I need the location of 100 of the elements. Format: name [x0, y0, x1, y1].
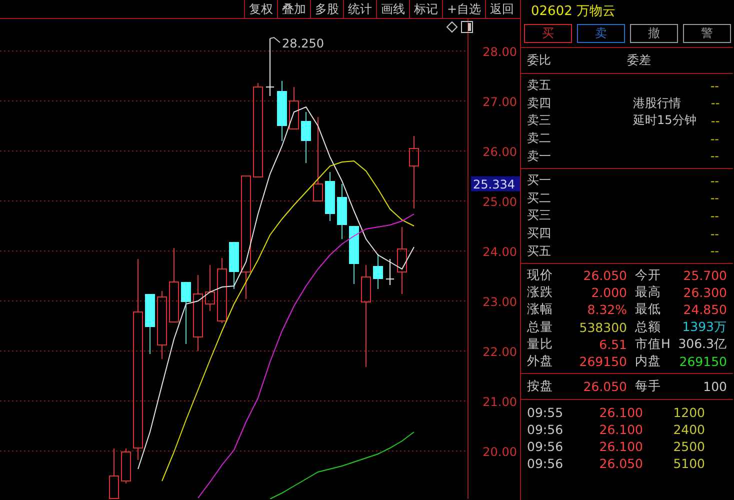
- stat-value: 1393万: [682, 318, 727, 336]
- axis-label: 27.00: [482, 95, 517, 109]
- order-level-label: 买四: [527, 225, 552, 242]
- stat-value: 306.3亿: [678, 336, 727, 353]
- candlestick: [145, 294, 155, 354]
- candlestick: [157, 290, 167, 360]
- column-header: 委比: [527, 52, 552, 69]
- order-level-label: 卖三: [527, 112, 552, 130]
- order-level-label: 卖二: [527, 130, 552, 148]
- order-level-value: --: [710, 132, 719, 146]
- trade-volume: 2500: [672, 438, 706, 454]
- order-level-label: 卖四: [527, 94, 552, 112]
- stat-value: 26.300: [683, 285, 727, 300]
- notice-text: 延时15分钟: [633, 112, 698, 130]
- stat-value: 269150: [679, 354, 727, 369]
- candlestick: [229, 242, 239, 290]
- max-price-label: 28.250: [282, 36, 324, 50]
- trade-price: 26.100: [598, 438, 643, 454]
- candlestick: [301, 112, 311, 164]
- axis-label: 23.00: [482, 295, 517, 309]
- stat-value: 100: [703, 379, 727, 394]
- candlestick: [181, 282, 191, 344]
- trade-price: 26.050: [598, 456, 643, 471]
- order-level-label: 买二: [527, 190, 552, 207]
- candlestick: [325, 172, 335, 222]
- axis-label: 26.00: [482, 145, 517, 159]
- axis-label: 24.00: [482, 245, 517, 259]
- panel-toggle-icon[interactable]: [461, 21, 473, 33]
- current-price-marker: 25.334: [471, 176, 520, 192]
- candlestick: [289, 86, 299, 130]
- order-level-label: 买三: [527, 207, 552, 224]
- trade-time: 09:56: [527, 422, 563, 437]
- stat-label: 总量: [527, 318, 553, 336]
- diamond-icon[interactable]: [446, 21, 458, 33]
- candlestick: [373, 254, 383, 290]
- stat-label: 现价: [527, 267, 553, 284]
- column-header: 委差: [627, 52, 652, 69]
- trade-button[interactable]: 买: [524, 24, 572, 43]
- order-level-label: 卖五: [527, 77, 552, 94]
- stat-value: 24.850: [683, 302, 727, 318]
- candlestick: [121, 448, 131, 484]
- trade-volume: 2400: [672, 422, 706, 437]
- candlestick: [386, 258, 394, 286]
- trade-time: 09:56: [527, 438, 563, 454]
- stock-title: 02602 万物云: [531, 3, 616, 20]
- trade-time: 09:55: [527, 405, 563, 420]
- order-level-value: --: [710, 174, 719, 188]
- candlestick: [109, 448, 119, 499]
- order-level-value: --: [711, 114, 720, 128]
- order-level-value: --: [710, 191, 719, 206]
- order-level-label: 买五: [527, 242, 552, 260]
- candlestick: [266, 38, 274, 96]
- stat-value: 26.050: [583, 379, 627, 394]
- stat-value: 26.050: [583, 268, 627, 284]
- trade-volume: 5100: [672, 456, 706, 471]
- stat-value: 269150: [579, 354, 627, 369]
- stat-value: 25.700: [683, 268, 727, 284]
- stat-label: 按盘: [527, 378, 553, 396]
- stat-label: 量比: [527, 336, 553, 353]
- axis-label: 20.00: [482, 445, 517, 459]
- stat-value: 2.000: [591, 285, 627, 300]
- leader-line: [270, 36, 280, 43]
- stat-label: 市值H: [635, 336, 670, 353]
- trade-button[interactable]: 警: [683, 24, 731, 43]
- trade-button[interactable]: 撤: [630, 24, 678, 43]
- trade-button[interactable]: 卖: [577, 24, 625, 43]
- trade-time: 09:56: [527, 456, 563, 471]
- stat-label: 总额: [635, 318, 661, 336]
- axis-label: 21.00: [482, 395, 517, 409]
- notice-text: 港股行情: [633, 94, 682, 112]
- stat-label: 涨幅: [527, 301, 553, 318]
- order-level-value: --: [711, 96, 720, 110]
- candlestick: [205, 264, 215, 312]
- order-level-value: --: [710, 244, 719, 258]
- stat-label: 今开: [635, 267, 661, 284]
- order-level-label: 买一: [527, 172, 552, 190]
- trade-price: 26.100: [598, 422, 643, 437]
- stat-label: 涨跌: [527, 284, 553, 302]
- stat-value: 6.51: [599, 336, 627, 352]
- stat-value: 538300: [579, 320, 627, 335]
- stat-label: 内盘: [635, 352, 661, 370]
- order-level-value: --: [710, 208, 719, 223]
- order-level-value: --: [710, 149, 719, 164]
- order-level-label: 卖一: [527, 148, 552, 165]
- order-level-value: --: [710, 226, 719, 241]
- candlestick: [349, 226, 359, 284]
- candlestick: [277, 80, 287, 142]
- trade-price: 26.100: [598, 405, 643, 420]
- stat-value: 8.32%: [587, 302, 627, 318]
- order-level-value: --: [710, 78, 719, 93]
- trade-volume: 1200: [672, 405, 706, 420]
- stat-label: 外盘: [527, 352, 553, 370]
- candlestick: [397, 226, 407, 294]
- axis-label: 22.00: [482, 345, 517, 359]
- stat-label: 最低: [635, 301, 661, 318]
- candlestick: [337, 184, 347, 240]
- axis-label: 28.00: [482, 45, 517, 59]
- stat-label: 每手: [635, 378, 661, 396]
- candlestick: [217, 258, 227, 324]
- axis-label: 25.00: [482, 195, 517, 209]
